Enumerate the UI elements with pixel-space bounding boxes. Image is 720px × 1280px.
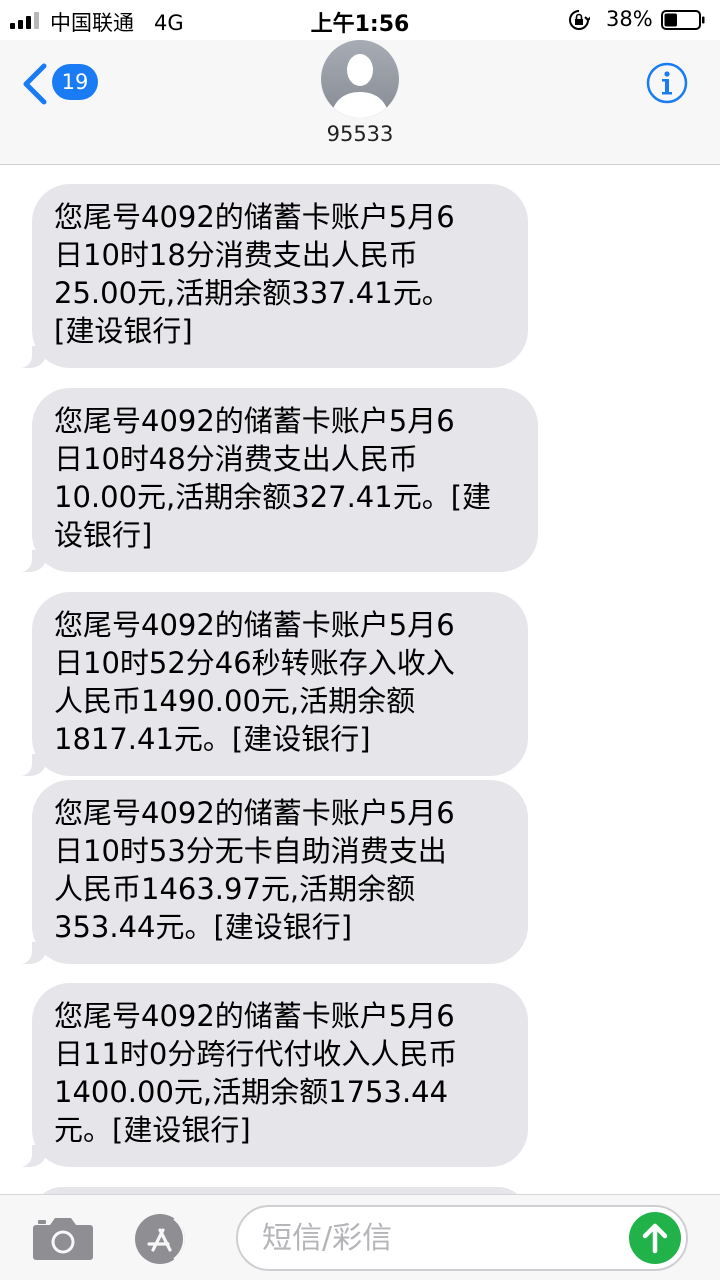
- conversation-header: 19 95533: [0, 40, 720, 165]
- messages-screen: 中国联通 4G 上午1:56 38% 19 95533 您尾号4092的储蓄卡账…: [0, 0, 720, 1280]
- send-arrow-icon[interactable]: [628, 1211, 682, 1265]
- message-text: 您尾号4092的储蓄卡账户5月6 日10时52分46秒转账存入收入 人民币149…: [54, 608, 455, 756]
- message-bubble[interactable]: 您尾号4092的储蓄卡账户5月6 日10时18分消费支出人民币 25.00元,活…: [10, 184, 528, 368]
- message-input-bar: [0, 1194, 720, 1280]
- message-bubble[interactable]: 您尾号4092的储蓄卡账户5月6 日10时53分无卡自助消费支出 人民币1463…: [10, 780, 528, 964]
- app-store-icon[interactable]: [134, 1213, 186, 1265]
- unread-count-badge[interactable]: 19: [52, 64, 98, 100]
- info-icon[interactable]: [646, 62, 688, 104]
- orientation-lock-icon: [569, 10, 590, 30]
- back-chevron-icon[interactable]: [20, 62, 50, 106]
- message-bubble[interactable]: 您尾号4092的储蓄卡账户5月6 日11时0分跨行代付收入人民币 1400.00…: [10, 983, 528, 1167]
- message-text: 您尾号4092的储蓄卡账户5月6 日10时53分无卡自助消费支出 人民币1463…: [54, 796, 455, 944]
- battery-percent: 38%: [606, 7, 653, 31]
- message-input[interactable]: [236, 1205, 688, 1271]
- status-bar: 中国联通 4G 上午1:56 38%: [0, 0, 720, 40]
- avatar-icon[interactable]: [321, 40, 399, 118]
- message-text: 您尾号4092的储蓄卡账户5月6 日11时0分跨行代付收入人民币 1400.00…: [54, 999, 458, 1147]
- contact-name[interactable]: 95533: [0, 122, 720, 146]
- battery-icon: [661, 10, 705, 30]
- message-bubble[interactable]: 您尾号4092的储蓄卡账户5月6 日10时48分消费支出人民币 10.00元,活…: [10, 388, 538, 572]
- message-text: 您尾号4092的储蓄卡账户5月6 日10时18分消费支出人民币 25.00元,活…: [54, 200, 455, 348]
- message-text: 您尾号4092的储蓄卡账户5月6 日10时48分消费支出人民币 10.00元,活…: [54, 404, 492, 552]
- camera-icon[interactable]: [32, 1215, 94, 1261]
- message-bubble[interactable]: 您尾号4092的储蓄卡账户5月6 日10时52分46秒转账存入收入 人民币149…: [10, 592, 528, 776]
